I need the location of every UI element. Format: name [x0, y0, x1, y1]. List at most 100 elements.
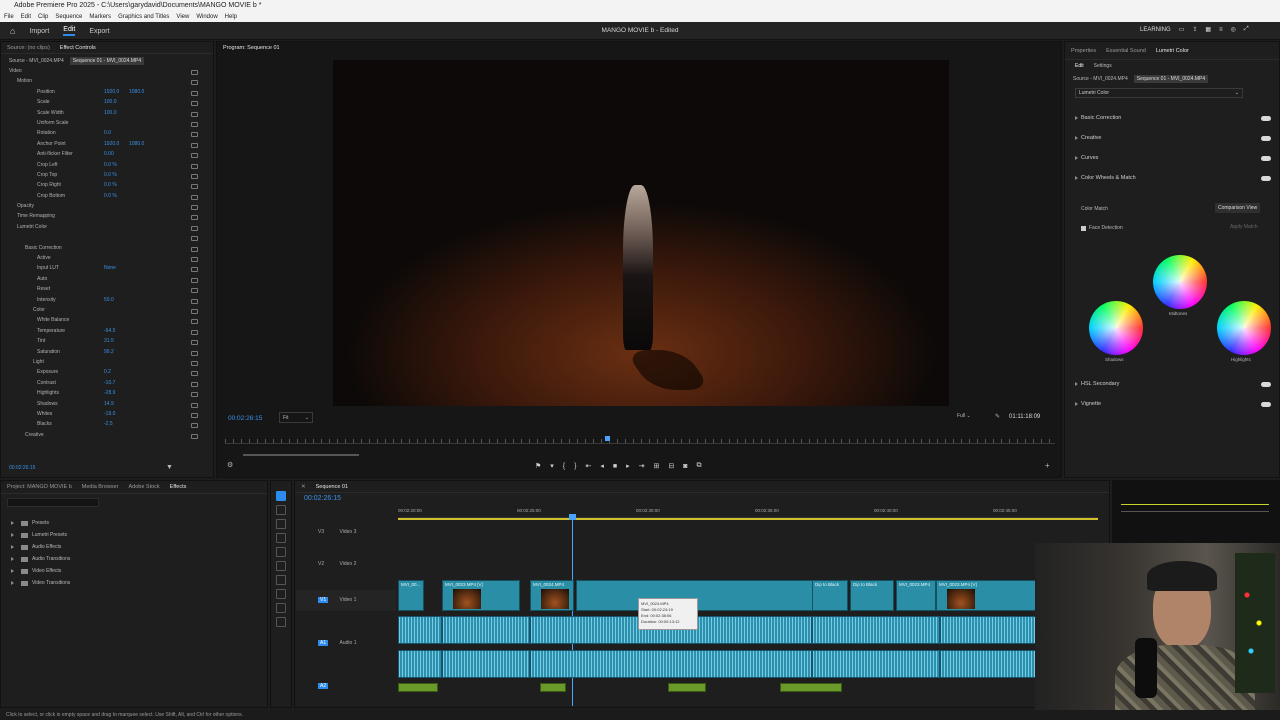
audio-clip[interactable] — [940, 650, 1036, 678]
effect-row[interactable]: Crop Top 0.0 % — [1, 172, 213, 182]
effects-folder[interactable]: Video Transitions — [1, 577, 267, 589]
effect-row[interactable]: Basic Correction — [1, 245, 213, 255]
effect-row-value[interactable]: 0.0 — [104, 130, 111, 136]
source-clip[interactable]: Source - MVI_0024.MP4 — [9, 58, 64, 64]
sequence-tab[interactable]: Sequence 01 — [316, 484, 348, 490]
add-marker-icon[interactable]: ⚑ — [535, 462, 541, 470]
menu-item[interactable]: View — [176, 14, 189, 20]
audio-clip[interactable] — [398, 650, 442, 678]
workspaces-icon[interactable]: ▭ — [1179, 26, 1185, 33]
reset-icon[interactable] — [191, 142, 198, 148]
effect-row-value[interactable]: 31.5 — [104, 338, 114, 344]
reset-icon[interactable] — [191, 423, 198, 429]
reset-icon[interactable] — [191, 412, 198, 418]
reset-icon[interactable] — [191, 350, 198, 356]
reset-icon[interactable] — [191, 371, 198, 377]
effects-folder[interactable]: Lumetri Presets — [1, 529, 267, 541]
tab-properties[interactable]: Properties — [1071, 48, 1096, 54]
effect-row-value[interactable]: 1920.0 — [104, 141, 119, 147]
extract-icon[interactable]: ⊟ — [668, 462, 674, 470]
effect-row[interactable]: Uniform Scale — [1, 120, 213, 130]
go-to-in-icon[interactable]: ⇤ — [585, 462, 591, 470]
effect-row-value[interactable]: 0.0 % — [104, 172, 117, 178]
stop-icon[interactable]: ■ — [613, 463, 617, 470]
effect-row[interactable]: Contrast -10.7 — [1, 380, 213, 390]
effect-row[interactable]: Opacity — [1, 203, 213, 213]
lumetri-section[interactable]: Color Wheels & Match — [1065, 168, 1279, 188]
audio-clip[interactable] — [442, 650, 530, 678]
face-detection[interactable]: Face Detection — [1081, 225, 1123, 231]
reset-icon[interactable] — [191, 101, 198, 107]
audio-clip-a2[interactable] — [780, 683, 842, 692]
reset-icon[interactable] — [191, 277, 198, 283]
menu-item[interactable]: Sequence — [55, 14, 82, 20]
menu-item[interactable]: Help — [225, 14, 237, 20]
settings-icon[interactable]: ⚙ — [227, 461, 233, 469]
learning-label[interactable]: LEARNING — [1140, 27, 1171, 33]
reset-icon[interactable] — [191, 215, 198, 221]
effect-row-value[interactable]: 0.0 % — [104, 182, 117, 188]
reset-icon[interactable] — [191, 184, 198, 190]
section-toggle[interactable] — [1261, 401, 1271, 407]
add-button-icon[interactable]: + — [1045, 461, 1050, 470]
reset-icon[interactable] — [191, 194, 198, 200]
effect-row-value[interactable]: 0.2 — [104, 369, 111, 375]
midtones-wheel[interactable] — [1153, 255, 1207, 309]
effect-row[interactable]: Scale Width 100.0 — [1, 110, 213, 120]
effect-row-value[interactable]: -64.5 — [104, 328, 115, 334]
go-to-out-icon[interactable]: ⇥ — [639, 462, 645, 470]
highlights-wheel[interactable] — [1217, 301, 1271, 355]
marker-icon[interactable]: ▾ — [550, 462, 554, 470]
video-clip[interactable]: Dip to Black — [812, 580, 848, 611]
reset-icon[interactable] — [191, 257, 198, 263]
effect-row[interactable]: Crop Right 0.0 % — [1, 182, 213, 192]
tab-essential-sound[interactable]: Essential Sound — [1106, 48, 1146, 54]
effect-row-value[interactable]: None — [104, 265, 116, 271]
reset-icon[interactable] — [191, 381, 198, 387]
effect-row-value[interactable]: 99.2 — [104, 349, 114, 355]
wrench-icon[interactable]: ✎ — [995, 413, 1000, 420]
audio-clip[interactable] — [940, 616, 1036, 644]
time-ruler[interactable]: 00:02:20:00 00:02:25:00 00:02:30:00 00:02:3… — [398, 506, 1098, 518]
effect-row[interactable]: Blacks -2.5 — [1, 421, 213, 431]
effect-row-value[interactable]: -28.9 — [104, 390, 115, 396]
lumetri-section[interactable]: Vignette — [1065, 394, 1279, 414]
reset-icon[interactable] — [191, 173, 198, 179]
ripple-edit-icon[interactable] — [276, 519, 286, 529]
audio-clip-a2[interactable] — [398, 683, 438, 692]
share-icon[interactable]: ⇪ — [1192, 26, 1197, 33]
effect-row[interactable]: Temperature -64.5 — [1, 328, 213, 338]
effect-row[interactable]: Anchor Point 1920.0 1080.0 — [1, 141, 213, 151]
menu-item[interactable]: Clip — [38, 14, 48, 20]
effects-search-input[interactable] — [7, 498, 99, 507]
zoom-bar[interactable] — [243, 454, 359, 456]
pen-icon[interactable] — [276, 561, 286, 571]
rectangle-icon[interactable] — [276, 575, 286, 585]
close-icon[interactable]: ✕ — [301, 484, 306, 490]
effect-row-value[interactable]: 1920.0 — [104, 89, 119, 95]
fullscreen-icon[interactable]: ⤢ — [1244, 26, 1249, 33]
reset-icon[interactable] — [191, 402, 198, 408]
effect-row-value[interactable]: 0.00 — [104, 151, 114, 157]
step-forward-icon[interactable]: ▸ — [626, 462, 630, 470]
reset-icon[interactable] — [191, 319, 198, 325]
menu-item[interactable]: Graphics and Titles — [118, 14, 169, 20]
reset-icon[interactable] — [191, 236, 198, 242]
audio-clip-a2[interactable] — [668, 683, 706, 692]
effect-row-value[interactable]: 0.0 % — [104, 162, 117, 168]
menu-item[interactable]: Window — [196, 14, 217, 20]
export-frame-icon[interactable]: ◙ — [683, 463, 687, 470]
checkbox-icon[interactable] — [1081, 225, 1086, 231]
reset-icon[interactable] — [191, 308, 198, 314]
effect-row-value[interactable]: 100.0 — [104, 99, 117, 105]
reset-icon[interactable] — [191, 267, 198, 273]
track-select-icon[interactable] — [276, 505, 286, 515]
razor-icon[interactable] — [276, 533, 286, 543]
selection-tool-icon[interactable] — [276, 491, 286, 501]
effect-row[interactable]: Highlights -28.9 — [1, 390, 213, 400]
step-back-icon[interactable]: ◂ — [600, 462, 604, 470]
effect-row[interactable]: Exposure 0.2 — [1, 369, 213, 379]
effect-row[interactable]: Rotation 0.0 — [1, 130, 213, 140]
program-scrub-bar[interactable] — [225, 439, 1055, 444]
effect-row[interactable] — [1, 234, 213, 244]
